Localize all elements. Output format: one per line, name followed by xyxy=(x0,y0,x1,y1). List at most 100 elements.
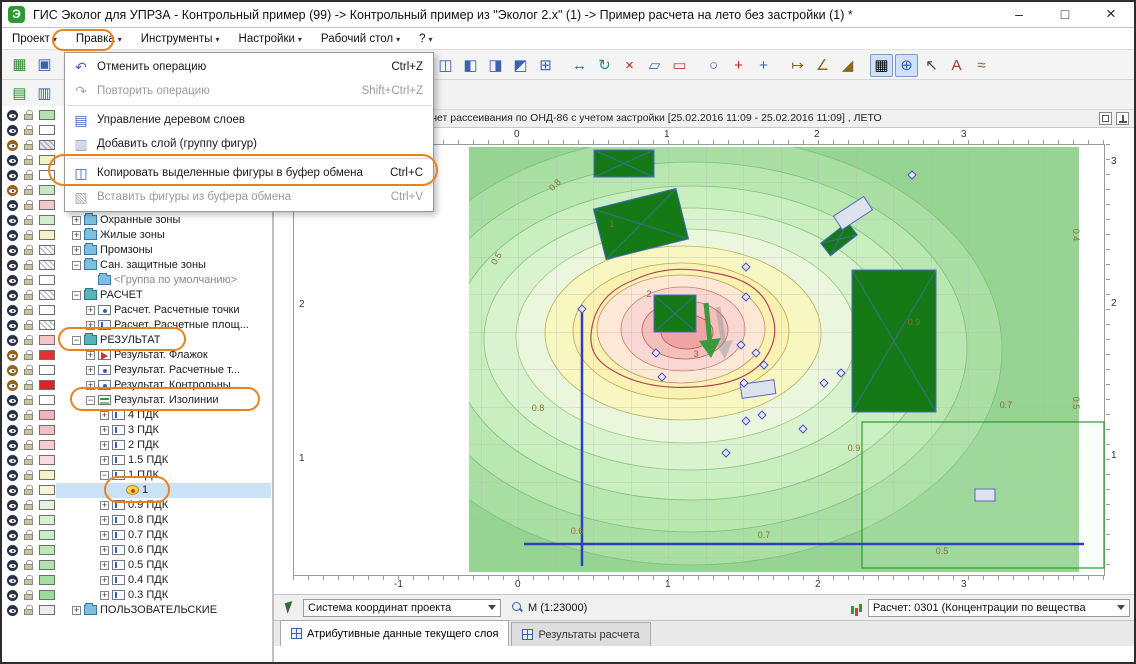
polygon-edit-icon[interactable]: ▭ xyxy=(668,54,691,77)
layer-label[interactable]: РЕЗУЛЬТАТ xyxy=(100,333,160,348)
layer-color-swatch[interactable] xyxy=(39,515,55,525)
eye-icon[interactable] xyxy=(7,395,18,406)
layer-color-swatch[interactable] xyxy=(39,530,55,540)
layer-color-swatch[interactable] xyxy=(39,605,55,615)
layer-label[interactable]: 0.7 ПДК xyxy=(128,528,168,543)
panel-right-icon[interactable]: ◨ xyxy=(484,54,507,77)
zoom-in-icon[interactable]: ⊕ xyxy=(895,54,918,77)
lock-icon[interactable] xyxy=(24,504,33,510)
tree-row-default-group[interactable]: <Группа по умолчанию> xyxy=(2,273,271,288)
lock-icon[interactable] xyxy=(24,279,33,285)
layer-color-swatch[interactable] xyxy=(39,365,55,375)
layer-color-swatch[interactable] xyxy=(39,320,55,330)
eye-icon[interactable] xyxy=(7,425,18,436)
tree-expander[interactable]: + xyxy=(100,576,109,585)
lock-icon[interactable] xyxy=(24,354,33,360)
tree-row-raschet-ploshch[interactable]: + Расчет. Расчетные площ... xyxy=(2,318,271,333)
layer-label[interactable]: Расчет. Расчетные площ... xyxy=(114,318,249,333)
pan-icon[interactable]: ↖ xyxy=(920,54,943,77)
lock-icon[interactable] xyxy=(24,549,33,555)
eye-icon[interactable] xyxy=(7,410,18,421)
eye-icon[interactable] xyxy=(7,200,18,211)
measure-angle-icon[interactable]: ∠ xyxy=(811,54,834,77)
lock-icon[interactable] xyxy=(24,129,33,135)
lock-icon[interactable] xyxy=(24,579,33,585)
menu-edit[interactable]: Правка▾ xyxy=(66,30,131,48)
tree-row-raschet-tochki[interactable]: +Расчет. Расчетные точки xyxy=(2,303,271,318)
delete-figure-icon[interactable]: × xyxy=(618,54,641,77)
layer-color-swatch[interactable] xyxy=(39,245,55,255)
tree-expander[interactable]: + xyxy=(72,216,81,225)
eye-icon[interactable] xyxy=(7,305,18,316)
lock-icon[interactable] xyxy=(24,444,33,450)
lock-icon[interactable] xyxy=(24,249,33,255)
eye-icon[interactable] xyxy=(7,275,18,286)
add-vertex-icon[interactable]: + xyxy=(752,54,775,77)
eye-icon[interactable] xyxy=(7,290,18,301)
tab-attributes[interactable]: Атрибутивные данные текущего слоя xyxy=(280,620,509,646)
layer-color-swatch[interactable] xyxy=(39,110,55,120)
tree-row-15pdk[interactable]: +1.5 ПДК xyxy=(2,453,271,468)
tree-expander[interactable]: + xyxy=(86,366,95,375)
building[interactable] xyxy=(852,270,936,412)
move-figure-icon[interactable]: ↔ xyxy=(568,54,591,77)
tree-row-isoline-1-selected[interactable]: 1 xyxy=(2,483,271,498)
layer-color-swatch[interactable] xyxy=(39,350,55,360)
menu-item-layer-tree[interactable]: ▤ Управление деревом слоев xyxy=(65,108,433,132)
tree-expander[interactable]: + xyxy=(100,456,109,465)
eye-icon[interactable] xyxy=(7,155,18,166)
tree-row-polzovatelskie[interactable]: +ПОЛЬЗОВАТЕЛЬСКИЕ xyxy=(2,603,271,618)
layer-label[interactable]: 1 xyxy=(142,483,148,498)
layer-color-swatch[interactable] xyxy=(39,395,55,405)
tree-row-kontrolnye[interactable]: +Результат. Контрольны... xyxy=(2,378,271,393)
layer-color-swatch[interactable] xyxy=(39,230,55,240)
eye-icon[interactable] xyxy=(7,335,18,346)
tree-row-06pdk[interactable]: +0.6 ПДК xyxy=(2,543,271,558)
tree-expander[interactable]: + xyxy=(86,321,95,330)
eye-icon[interactable] xyxy=(7,605,18,616)
layer-label[interactable]: 1.5 ПДК xyxy=(128,453,168,468)
layer-tree-icon[interactable]: ▥ xyxy=(33,82,56,105)
tree-expander[interactable]: − xyxy=(72,291,81,300)
layer-stack-icon[interactable]: ▤ xyxy=(8,82,31,105)
tree-row-03pdk[interactable]: +0.3 ПДК xyxy=(2,588,271,603)
eye-icon[interactable] xyxy=(7,575,18,586)
tree-row-4pdk[interactable]: +4 ПДК xyxy=(2,408,271,423)
eye-icon[interactable] xyxy=(7,185,18,196)
eye-icon[interactable] xyxy=(7,485,18,496)
menu-desktop[interactable]: Рабочий стол▾ xyxy=(311,30,409,48)
pin-panel-button[interactable] xyxy=(1116,112,1129,125)
layer-label[interactable]: ПОЛЬЗОВАТЕЛЬСКИЕ xyxy=(100,603,217,618)
lock-icon[interactable] xyxy=(24,384,33,390)
menu-item-copy-figures[interactable]: ◫ Копировать выделенные фигуры в буфер о… xyxy=(65,161,433,185)
eye-icon[interactable] xyxy=(7,530,18,541)
layer-label[interactable]: 4 ПДК xyxy=(128,408,159,423)
tree-row-1pdk[interactable]: −1 ПДК xyxy=(2,468,271,483)
lock-icon[interactable] xyxy=(24,519,33,525)
layer-color-swatch[interactable] xyxy=(39,380,55,390)
layer-label[interactable]: Жилые зоны xyxy=(100,228,165,243)
eye-icon[interactable] xyxy=(7,230,18,241)
tree-expander[interactable]: + xyxy=(100,516,109,525)
tree-expander[interactable]: − xyxy=(100,471,109,480)
tree-row-05pdk[interactable]: +0.5 ПДК xyxy=(2,558,271,573)
layer-label[interactable]: <Группа по умолчанию> xyxy=(114,273,237,288)
polygon-tool-icon[interactable]: ▱ xyxy=(643,54,666,77)
copy-figures-icon[interactable]: ◫ xyxy=(434,54,457,77)
lock-icon[interactable] xyxy=(24,174,33,180)
minimize-button[interactable]: – xyxy=(996,3,1042,27)
eye-icon[interactable] xyxy=(7,140,18,151)
coord-system-select[interactable]: Система координат проекта xyxy=(303,599,501,617)
tree-expander[interactable]: + xyxy=(100,531,109,540)
lock-icon[interactable] xyxy=(24,489,33,495)
eye-icon[interactable] xyxy=(7,350,18,361)
eye-icon[interactable] xyxy=(7,590,18,601)
eye-icon[interactable] xyxy=(7,245,18,256)
select-region-icon[interactable]: ▦ xyxy=(870,54,893,77)
layer-label[interactable]: РАСЧЕТ xyxy=(100,288,143,303)
layer-color-swatch[interactable] xyxy=(39,410,55,420)
layer-color-swatch[interactable] xyxy=(39,275,55,285)
tree-expander[interactable]: + xyxy=(72,246,81,255)
layer-color-swatch[interactable] xyxy=(39,290,55,300)
eye-icon[interactable] xyxy=(7,320,18,331)
